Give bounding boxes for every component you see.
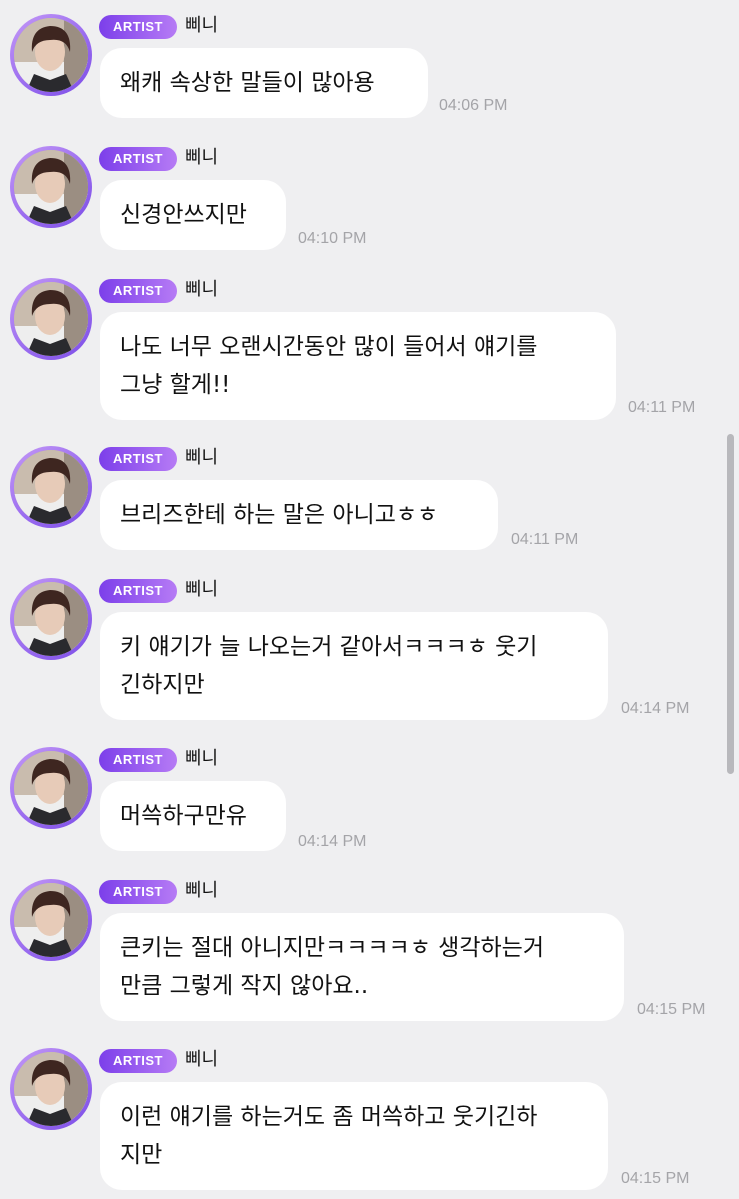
- message-text-line: 머쓱하구만유: [120, 803, 247, 829]
- avatar[interactable]: [14, 150, 88, 224]
- message-timestamp: 04:11 PM: [511, 531, 579, 548]
- message-timestamp: 04:10 PM: [298, 230, 367, 247]
- message-bubble[interactable]: 키 얘기가 늘 나오는거 같아서ㅋㅋㅋㅎ 웃기긴하지만: [100, 612, 608, 720]
- message-timestamp: 04:15 PM: [621, 1170, 690, 1187]
- message-text-line: 신경안쓰지만: [120, 202, 247, 228]
- message-bubble[interactable]: 큰키는 절대 아니지만ㅋㅋㅋㅋㅎ 생각하는거만큼 그렇게 작지 않아요..: [100, 913, 624, 1021]
- sender-name[interactable]: 삐니: [185, 13, 218, 39]
- avatar-ring[interactable]: [10, 278, 92, 360]
- artist-badge: ARTIST: [99, 147, 177, 171]
- message-text-line: 그냥 할게!!: [120, 372, 231, 398]
- avatar-ring[interactable]: [10, 446, 92, 528]
- chat-message: ARTIST 삐니이런 얘기를 하는거도 좀 머쓱하고 웃기긴하지만 04:15 P…: [0, 1034, 739, 1194]
- message-text-line: 나도 너무 오랜시간동안 많이 들어서 얘기를: [120, 334, 538, 360]
- message-text-line: 만큼 그렇게 작지 않아요..: [120, 973, 369, 999]
- message-bubble[interactable]: 브리즈한테 하는 말은 아니고ㅎㅎ: [100, 480, 498, 550]
- sender-name[interactable]: 삐니: [185, 277, 218, 303]
- artist-badge: ARTIST: [99, 15, 177, 39]
- message-text-line: 키 얘기가 늘 나오는거 같아서ㅋㅋㅋㅎ 웃기: [120, 634, 538, 660]
- artist-badge: ARTIST: [99, 1049, 177, 1073]
- message-text-line: 지만: [120, 1142, 163, 1168]
- sender-name[interactable]: 삐니: [185, 878, 218, 904]
- message-timestamp: 04:11 PM: [628, 399, 696, 416]
- avatar-ring[interactable]: [10, 747, 92, 829]
- artist-badge: ARTIST: [99, 748, 177, 772]
- message-bubble[interactable]: 신경안쓰지만: [100, 180, 286, 250]
- chat-message: ARTIST 삐니키 얘기가 늘 나오는거 같아서ㅋㅋㅋㅎ 웃기긴하지만 04:14…: [0, 564, 739, 724]
- message-timestamp: 04:06 PM: [439, 97, 508, 114]
- avatar-ring[interactable]: [10, 14, 92, 96]
- artist-badge: ARTIST: [99, 447, 177, 471]
- avatar-ring[interactable]: [10, 146, 92, 228]
- message-text-line: 큰키는 절대 아니지만ㅋㅋㅋㅋㅎ 생각하는거: [120, 935, 544, 961]
- message-timestamp: 04:14 PM: [621, 700, 690, 717]
- artist-badge: ARTIST: [99, 579, 177, 603]
- chat-message-list[interactable]: ARTIST 삐니 왜캐 속상한 말들이 많아용 04:06 PM ARTIST 삐니 신경…: [0, 0, 739, 1199]
- message-text-line: 왜캐 속상한 말들이 많아용: [120, 70, 375, 96]
- avatar[interactable]: [14, 450, 88, 524]
- avatar-ring[interactable]: [10, 1048, 92, 1130]
- avatar[interactable]: [14, 18, 88, 92]
- avatar-ring[interactable]: [10, 879, 92, 961]
- message-timestamp: 04:15 PM: [637, 1001, 706, 1018]
- message-text-line: 긴하지만: [120, 672, 205, 698]
- avatar[interactable]: [14, 282, 88, 356]
- message-bubble[interactable]: 이런 얘기를 하는거도 좀 머쓱하고 웃기긴하지만: [100, 1082, 608, 1190]
- artist-badge: ARTIST: [99, 880, 177, 904]
- chat-message: ARTIST 삐니큰키는 절대 아니지만ㅋㅋㅋㅋㅎ 생각하는거만큼 그렇게 작지 …: [0, 865, 739, 1025]
- sender-name[interactable]: 삐니: [185, 746, 218, 772]
- avatar-ring[interactable]: [10, 578, 92, 660]
- avatar[interactable]: [14, 1052, 88, 1126]
- avatar[interactable]: [14, 883, 88, 957]
- chat-message: ARTIST 삐니나도 너무 오랜시간동안 많이 들어서 얘기를그냥 할게!! 04…: [0, 264, 739, 424]
- message-bubble[interactable]: 왜캐 속상한 말들이 많아용: [100, 48, 428, 118]
- sender-name[interactable]: 삐니: [185, 1047, 218, 1073]
- message-bubble[interactable]: 머쓱하구만유: [100, 781, 286, 851]
- sender-name[interactable]: 삐니: [185, 445, 218, 471]
- avatar[interactable]: [14, 582, 88, 656]
- avatar[interactable]: [14, 751, 88, 825]
- message-bubble[interactable]: 나도 너무 오랜시간동안 많이 들어서 얘기를그냥 할게!!: [100, 312, 616, 420]
- sender-name[interactable]: 삐니: [185, 577, 218, 603]
- message-text-line: 브리즈한테 하는 말은 아니고ㅎㅎ: [120, 502, 439, 528]
- artist-badge: ARTIST: [99, 279, 177, 303]
- message-timestamp: 04:14 PM: [298, 833, 367, 850]
- sender-name[interactable]: 삐니: [185, 145, 218, 171]
- message-text-line: 이런 얘기를 하는거도 좀 머쓱하고 웃기긴하: [120, 1104, 538, 1130]
